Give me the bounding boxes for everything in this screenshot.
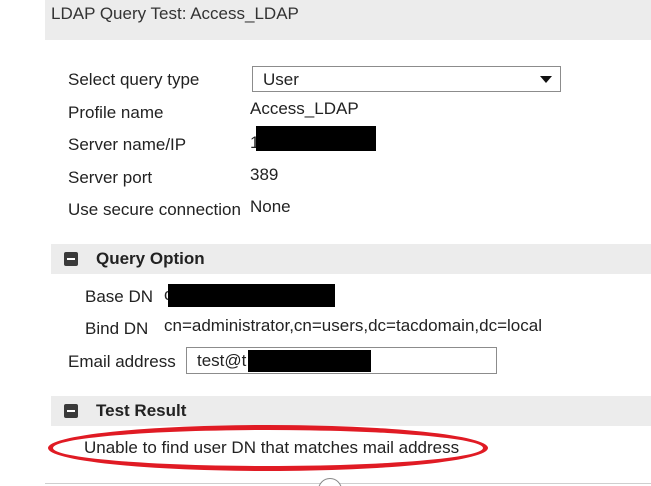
query-option-title: Query Option <box>96 249 205 268</box>
chevron-down-icon <box>540 76 552 83</box>
query-type-label: Select query type <box>68 70 200 89</box>
email-address-label: Email address <box>68 352 176 371</box>
secure-connection-value: None <box>250 197 291 216</box>
dialog-header: LDAP Query Test: Access_LDAP <box>45 0 651 40</box>
query-type-selected-value: User <box>263 70 299 89</box>
dialog-title: LDAP Query Test: Access_LDAP <box>51 4 299 23</box>
ldap-query-test-dialog: LDAP Query Test: Access_LDAP Select quer… <box>0 0 651 486</box>
collapse-minus-icon[interactable] <box>64 252 78 266</box>
collapse-minus-icon[interactable] <box>64 404 78 418</box>
query-option-section-header[interactable]: Query Option <box>51 244 651 274</box>
server-name-label: Server name/IP <box>68 135 187 154</box>
redaction-server-name <box>256 126 376 151</box>
divider <box>45 483 651 484</box>
base-dn-label: Base DN <box>85 287 154 306</box>
server-port-label: Server port <box>68 168 153 187</box>
bottom-scroll-handle[interactable] <box>318 478 342 486</box>
redaction-email <box>248 350 371 372</box>
bind-dn-label: Bind DN <box>85 319 149 338</box>
query-type-select[interactable]: User <box>252 66 561 92</box>
red-highlight-ellipse <box>48 425 488 471</box>
server-port-value: 389 <box>250 165 279 184</box>
secure-connection-label: Use secure connection <box>68 200 241 219</box>
bind-dn-value: cn=administrator,cn=users,dc=tacdomain,d… <box>164 316 542 335</box>
redaction-base-dn <box>168 284 335 307</box>
test-result-title: Test Result <box>96 401 187 420</box>
profile-name-label: Profile name <box>68 103 164 122</box>
profile-name-value: Access_LDAP <box>250 99 359 118</box>
test-result-section-header[interactable]: Test Result <box>51 396 651 426</box>
